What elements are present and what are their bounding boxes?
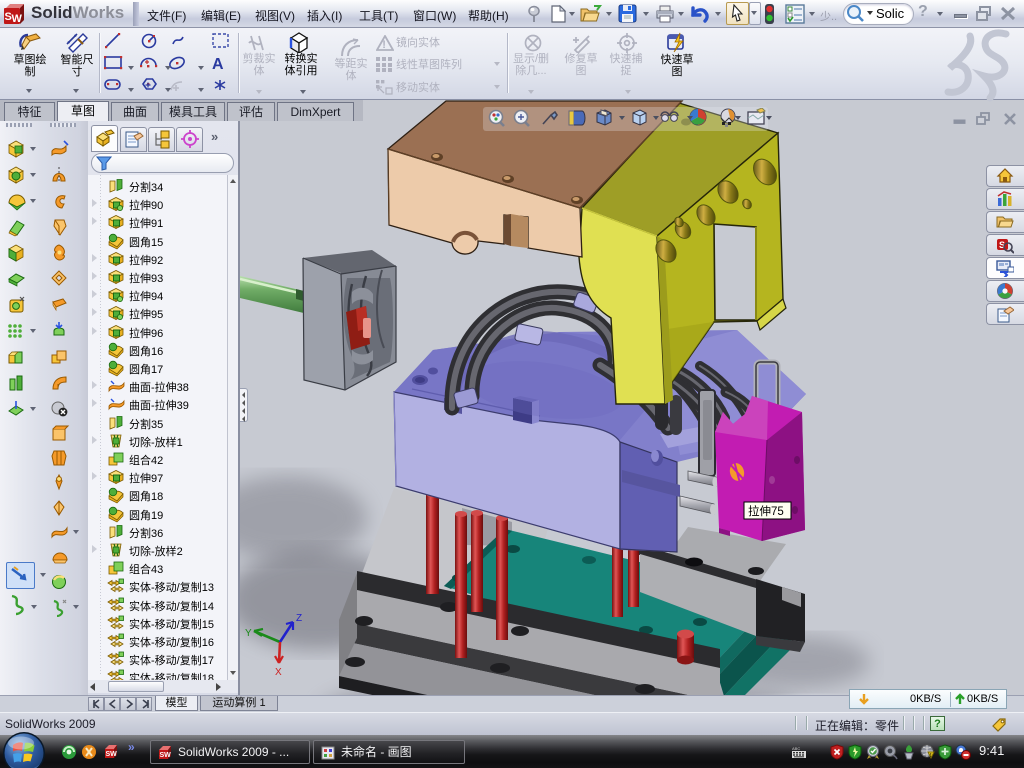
svg-text:Y: Y (245, 628, 252, 639)
svg-text:X: X (275, 667, 282, 678)
svg-text:W: W (12, 13, 23, 25)
svg-text:SW: SW (106, 751, 118, 758)
svg-text:拉伸75: 拉伸75 (748, 504, 784, 518)
svg-text:SW: SW (160, 752, 172, 759)
svg-text:!: ! (382, 39, 386, 51)
svg-text:A: A (212, 56, 224, 73)
svg-text:ABC: ABC (792, 746, 800, 751)
svg-text:Z: Z (296, 613, 302, 624)
